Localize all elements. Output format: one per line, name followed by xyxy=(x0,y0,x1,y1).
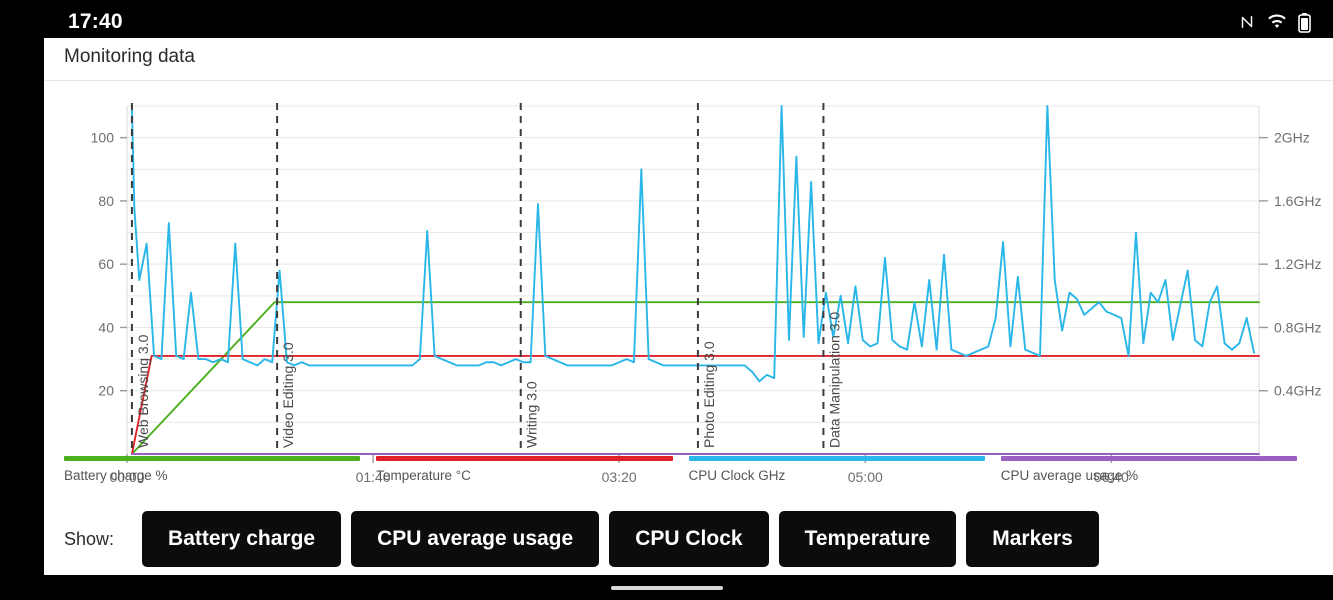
marker-label: Video Editing 3.0 xyxy=(280,342,296,448)
toggle-cpu-clock[interactable]: CPU Clock xyxy=(609,511,769,567)
y-axis-label-right: 1.6GHz xyxy=(1274,193,1321,209)
y-axis-label-right: 1.2GHz xyxy=(1274,256,1321,272)
chart-legend: Battery charge % Temperature °C CPU Clock … xyxy=(44,456,1333,502)
legend-color-swatch xyxy=(688,456,985,461)
legend-item: Temperature °C xyxy=(376,456,688,502)
y-axis-label-left: 40 xyxy=(98,319,114,335)
app-window: Monitoring data 20 40 60 80 100 0.4GHz 0.8GHz 1… xyxy=(44,38,1333,575)
y-axis-label-right: 0.8GHz xyxy=(1274,319,1321,335)
status-clock: 17:40 xyxy=(68,10,123,33)
y-axis-label-right: 2GHz xyxy=(1274,130,1310,146)
show-button-group: Battery charge CPU average usage CPU Clock… xyxy=(142,511,1099,567)
toggle-markers[interactable]: Markers xyxy=(966,511,1099,567)
legend-color-swatch xyxy=(376,456,673,461)
app-header: Monitoring data xyxy=(44,38,1333,74)
marker-label: Web Browsing 3.0 xyxy=(135,334,151,448)
wifi-icon xyxy=(1267,13,1287,31)
page-title: Monitoring data xyxy=(64,46,195,67)
y-axis-label-right: 0.4GHz xyxy=(1274,383,1321,399)
series-line xyxy=(130,301,1260,455)
monitoring-chart[interactable]: 20 40 60 80 100 0.4GHz 0.8GHz 1.2GHz 1.6GHz 2GHz 0… xyxy=(44,86,1333,496)
y-axis-label-left: 100 xyxy=(91,130,115,146)
y-axis-label-left: 20 xyxy=(98,383,114,399)
show-label: Show: xyxy=(64,528,115,549)
legend-color-swatch xyxy=(64,456,361,461)
legend-item: CPU Clock GHz xyxy=(688,456,1001,502)
legend-label: CPU Clock GHz xyxy=(688,468,786,483)
legend-label: Battery charge % xyxy=(64,468,168,483)
chart-canvas[interactable]: 204060801000.4GHz0.8GHz1.2GHz1.6GHz2GHz0… xyxy=(44,86,1333,496)
marker-label: Photo Editing 3.0 xyxy=(701,341,717,448)
toggle-temperature[interactable]: Temperature xyxy=(778,511,957,567)
y-axis-label-left: 60 xyxy=(98,256,114,272)
legend-label: CPU average usage % xyxy=(1000,468,1139,483)
marker-label: Writing 3.0 xyxy=(524,381,540,448)
nfc-icon xyxy=(1238,13,1256,31)
status-icons xyxy=(1238,12,1311,33)
series-line xyxy=(130,105,1256,383)
series-line xyxy=(130,354,1260,455)
legend-item: CPU average usage % xyxy=(1000,456,1313,502)
legend-label: Temperature °C xyxy=(376,468,471,483)
legend-color-swatch xyxy=(1000,456,1297,461)
header-divider xyxy=(44,80,1333,81)
toggle-battery-charge[interactable]: Battery charge xyxy=(142,511,342,567)
show-controls: Show: Battery charge CPU average usage CPU… xyxy=(44,506,1333,572)
battery-icon xyxy=(1298,12,1311,33)
screen-root: 17:40 Monitoring data 20 40 60 80 100 0.… xyxy=(0,0,1333,600)
marker-label: Data Manipulation 3.0 xyxy=(826,312,842,448)
system-nav-bar xyxy=(0,575,1333,600)
home-indicator[interactable] xyxy=(610,585,723,590)
toggle-cpu-average-usage[interactable]: CPU average usage xyxy=(351,511,600,567)
legend-item: Battery charge % xyxy=(64,456,376,502)
y-axis-label-left: 80 xyxy=(98,193,114,209)
